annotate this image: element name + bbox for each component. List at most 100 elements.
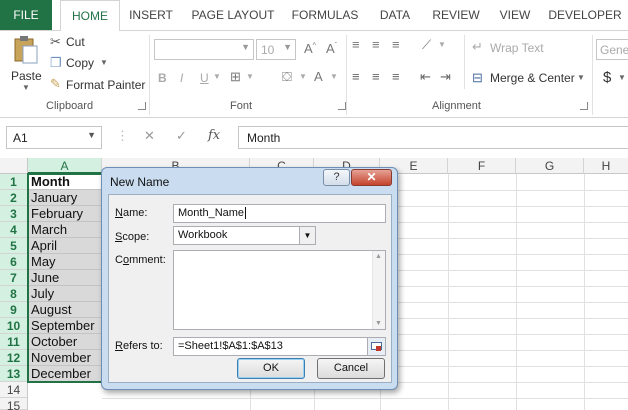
cell-a10[interactable]: September — [28, 318, 102, 334]
cell-a13[interactable]: December — [28, 366, 102, 382]
row-header[interactable]: 8 — [0, 286, 28, 302]
tab-file[interactable]: FILE — [0, 0, 52, 30]
select-all-corner[interactable] — [0, 158, 28, 174]
column-header-a[interactable]: A — [28, 158, 102, 174]
wrap-text-button[interactable]: Wrap Text — [490, 41, 544, 55]
row-header[interactable]: 13 — [0, 366, 28, 382]
row-header[interactable]: 6 — [0, 254, 28, 270]
comment-scrollbar[interactable]: ▲ ▼ — [372, 251, 385, 329]
increase-font-icon[interactable]: A^ — [304, 41, 316, 56]
fill-color-icon[interactable]: ⛋ — [282, 69, 292, 85]
cell-a7[interactable]: June — [28, 270, 102, 286]
row-header[interactable]: 2 — [0, 190, 28, 206]
tab-developer[interactable]: DEVELOPER — [546, 0, 624, 30]
cut-button[interactable]: Cut — [66, 35, 85, 49]
scope-label: Scope: — [115, 231, 149, 243]
ribbon: Paste ▼ ✂ Cut ❐ Copy ▼ ✎ Format Painter … — [0, 30, 628, 118]
row-header[interactable]: 9 — [0, 302, 28, 318]
currency-button[interactable]: $ — [603, 69, 611, 86]
name-input[interactable]: Month_Name — [173, 204, 386, 223]
help-button[interactable]: ? — [323, 169, 350, 186]
tab-home[interactable]: HOME — [60, 0, 120, 31]
row-header[interactable]: 15 — [0, 398, 28, 410]
font-size-combo[interactable]: 10 ▼ — [256, 39, 296, 60]
name-box[interactable]: A1 ▼ — [6, 126, 102, 149]
row-header[interactable]: 1 — [0, 174, 28, 190]
copy-button[interactable]: Copy — [66, 56, 94, 70]
bold-button[interactable]: B — [158, 71, 167, 85]
row-header[interactable]: 12 — [0, 350, 28, 366]
cell-a12[interactable]: November — [28, 350, 102, 366]
column-header-g[interactable]: G — [516, 158, 584, 174]
dialog-body: Name: Month_Name Scope: Workbook ▼ Comme… — [108, 194, 392, 383]
align-center-icon[interactable]: ≡ — [372, 69, 380, 84]
alignment-launcher-icon[interactable] — [580, 102, 588, 110]
decrease-font-icon[interactable]: Aˇ — [326, 41, 337, 56]
row-header[interactable]: 5 — [0, 238, 28, 254]
cell-a11[interactable]: October — [28, 334, 102, 350]
row-header[interactable]: 10 — [0, 318, 28, 334]
row-header[interactable]: 4 — [0, 222, 28, 238]
merge-center-button[interactable]: Merge & Center — [490, 71, 575, 85]
gridline — [516, 174, 517, 410]
orientation-icon[interactable]: ⟋ — [422, 37, 431, 53]
cell-a6[interactable]: May — [28, 254, 102, 270]
tab-formulas[interactable]: FORMULAS — [286, 0, 364, 30]
align-bottom-icon[interactable]: ≡ — [392, 37, 400, 52]
number-format-combo[interactable]: Gene — [596, 39, 628, 60]
chevron-down-icon[interactable]: ▼ — [299, 227, 315, 244]
formula-input[interactable]: Month — [238, 126, 628, 149]
font-color-icon[interactable]: A — [314, 69, 323, 84]
refers-to-input[interactable]: =Sheet1!$A$1:$A$13 — [173, 337, 386, 356]
cell-a1[interactable]: Month — [28, 174, 102, 190]
clipboard-launcher-icon[interactable] — [138, 102, 146, 110]
format-painter-button[interactable]: Format Painter — [66, 78, 145, 92]
gridline — [584, 174, 585, 410]
align-right-icon[interactable]: ≡ — [392, 69, 400, 84]
cell-a3[interactable]: February — [28, 206, 102, 222]
tab-data[interactable]: DATA — [372, 0, 418, 30]
collapse-dialog-icon[interactable] — [367, 338, 385, 355]
row-header[interactable]: 14 — [0, 382, 28, 398]
cell-a2[interactable]: January — [28, 190, 102, 206]
align-left-icon[interactable]: ≡ — [352, 69, 360, 84]
align-top-icon[interactable]: ≡ — [352, 37, 360, 52]
cell-a4[interactable]: March — [28, 222, 102, 238]
comment-textarea[interactable]: ▲ ▼ — [173, 250, 386, 330]
tab-view[interactable]: VIEW — [494, 0, 536, 30]
close-button[interactable]: ✕ — [351, 169, 392, 186]
ribbon-tab-bar: FILE HOME INSERT PAGE LAYOUT FORMULAS DA… — [0, 0, 628, 31]
align-middle-icon[interactable]: ≡ — [372, 37, 380, 52]
borders-icon[interactable]: ⊞ — [230, 69, 241, 85]
cancel-entry-icon[interactable]: ✕ — [144, 128, 155, 144]
tab-page-layout[interactable]: PAGE LAYOUT — [186, 0, 280, 30]
decrease-indent-icon[interactable]: ⇤ — [420, 69, 431, 85]
chevron-down-icon: ▼ — [577, 73, 585, 82]
row-header[interactable]: 7 — [0, 270, 28, 286]
font-name-combo[interactable]: ▼ — [154, 39, 254, 60]
cell-a8[interactable]: July — [28, 286, 102, 302]
paste-button[interactable]: Paste ▼ — [8, 35, 44, 97]
insert-function-icon[interactable]: fx — [208, 128, 220, 143]
underline-button[interactable]: U — [200, 71, 209, 85]
italic-button[interactable]: I — [180, 71, 183, 85]
tab-review[interactable]: REVIEW — [428, 0, 484, 30]
cancel-button[interactable]: Cancel — [317, 358, 385, 379]
number-format-value: Gene — [600, 43, 628, 57]
increase-indent-icon[interactable]: ⇥ — [440, 69, 451, 85]
font-launcher-icon[interactable] — [338, 102, 346, 110]
cell-a9[interactable]: August — [28, 302, 102, 318]
scope-select[interactable]: Workbook ▼ — [173, 226, 316, 245]
column-header-f[interactable]: F — [448, 158, 516, 174]
scroll-down-icon[interactable]: ▼ — [375, 320, 382, 327]
row-header[interactable]: 3 — [0, 206, 28, 222]
row-header[interactable]: 11 — [0, 334, 28, 350]
chevron-down-icon: ▼ — [438, 40, 446, 49]
scroll-up-icon[interactable]: ▲ — [375, 253, 382, 260]
tab-insert[interactable]: INSERT — [122, 0, 180, 30]
confirm-entry-icon[interactable]: ✓ — [176, 128, 187, 144]
column-header-h[interactable]: H — [584, 158, 628, 174]
refers-to-label: Refers to: — [115, 340, 163, 352]
cell-a5[interactable]: April — [28, 238, 102, 254]
ok-button[interactable]: OK — [237, 358, 305, 379]
